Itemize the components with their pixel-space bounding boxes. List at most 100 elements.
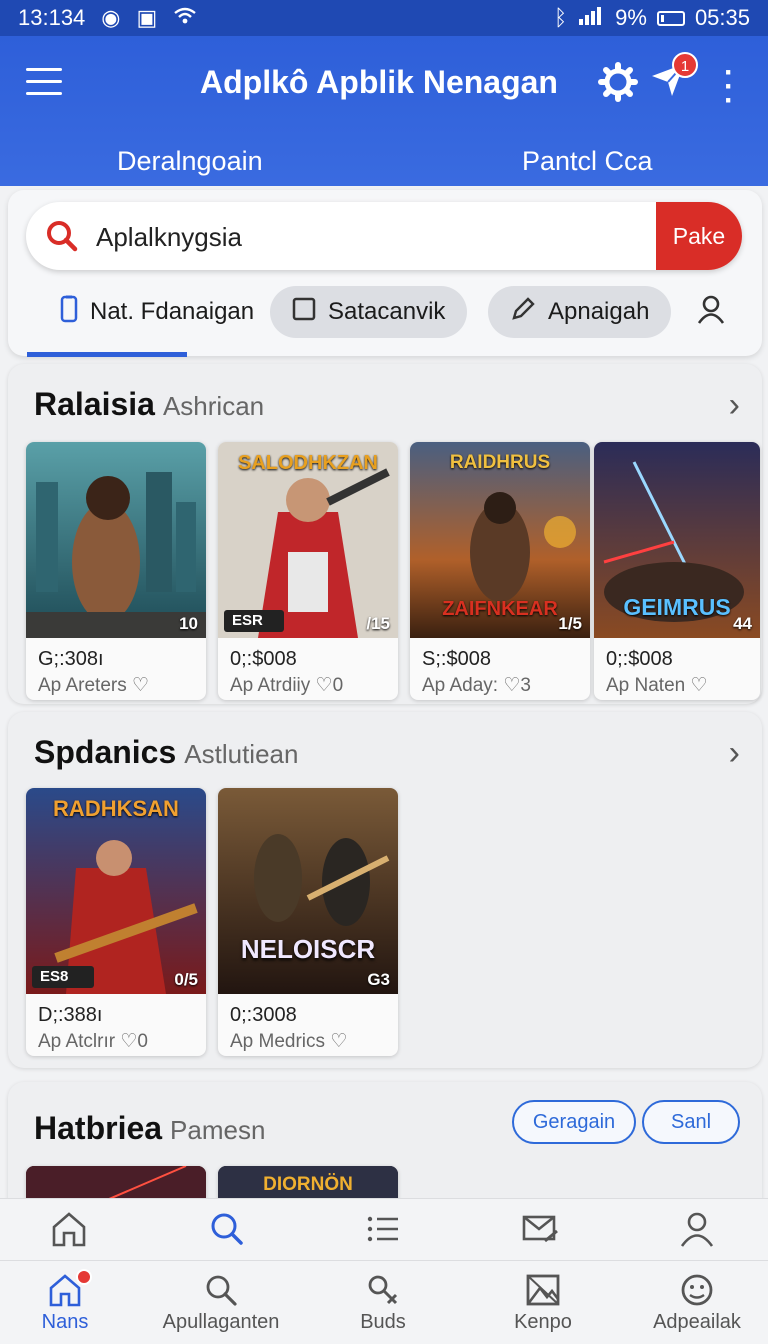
card-badge: G3 — [367, 970, 390, 989]
nav-profile-secondary[interactable] — [622, 1211, 768, 1247]
card-price: 0;:$008 — [606, 648, 673, 670]
section-spdanics: Spdanics Astlutiean › RADHKSAN ES8 0/5 D;… — [8, 712, 762, 1068]
search-value: Aplalknygsia — [96, 222, 242, 252]
search-panel: Aplalknygsia Pake Nat. Fdanaigan Satacan… — [8, 190, 762, 357]
app-bar: Adplkô Apblik Nenagan 1 · · · Deralngoain … — [0, 36, 768, 186]
section-title: Ralaisia Ashrican — [34, 386, 265, 422]
game-card[interactable]: RAIDHRUS ZAIFNKEAR 1/5 S;:$008 Ap Aday: … — [410, 442, 590, 700]
card-meta: Ap Medrics ♡ — [230, 1031, 348, 1052]
filter-chip-label: Satacanvik — [328, 298, 446, 325]
filter-chip-apnaigah[interactable]: Apnaigah — [488, 286, 672, 338]
status-time: 13:134 — [18, 5, 86, 30]
search-icon — [211, 1213, 243, 1245]
tab-pantcl-cca[interactable]: Pantcl Cca — [522, 146, 653, 177]
status-bar: 13:134 ◉ ▣ ᛒ 9% 05:35 — [0, 0, 768, 36]
game-card[interactable]: GEIMRUS 44 0;:$008 Ap Naten ♡ — [594, 442, 760, 700]
tab-deralngoain[interactable]: Deralngoain — [117, 146, 263, 177]
nav-label: Kenpo — [514, 1311, 572, 1333]
image-icon — [526, 1274, 560, 1306]
heart-icon: ♡ — [690, 675, 708, 696]
nav-item-kenpo[interactable]: Kenpo — [468, 1273, 618, 1334]
card-price: 0;:$008 — [230, 648, 297, 670]
pencil-icon — [510, 296, 536, 329]
card-meta: Ap Atrdiiy ♡0 — [230, 675, 344, 696]
card-price: D;:388ı — [38, 1004, 103, 1026]
wifi-icon — [173, 5, 197, 31]
filter-pill-sanl[interactable]: Sanl — [642, 1100, 740, 1144]
game-art — [26, 442, 206, 638]
nav-dot-badge — [76, 1269, 92, 1285]
gear-icon[interactable] — [598, 62, 638, 112]
nav-item-adpeailak[interactable]: Adpeailak — [622, 1273, 768, 1334]
card-meta: Ap Aday: ♡3 — [422, 675, 531, 696]
nav-label: Apullaganten — [162, 1311, 280, 1333]
game-card[interactable]: NELOISCR G3 0;:3008 Ap Medrics ♡ — [218, 788, 398, 1056]
nav-item-nans[interactable]: Nans — [0, 1273, 140, 1334]
alarm-icon: ◉ — [101, 5, 121, 30]
card-badge: /15 — [366, 614, 390, 633]
battery-percent: 9% — [615, 5, 647, 30]
search-icon — [206, 1275, 237, 1306]
user-icon[interactable] — [696, 294, 726, 329]
mail-edit-icon — [522, 1215, 558, 1243]
card-price: S;:$008 — [422, 648, 491, 670]
heart-icon: ♡ — [315, 675, 333, 696]
heart-icon: ♡ — [330, 1031, 348, 1052]
card-tag: ES8 — [40, 968, 69, 985]
game-card[interactable]: RADHKSAN ES8 0/5 D;:388ı Ap Atclrır ♡0 — [26, 788, 206, 1056]
checkbox-icon — [292, 297, 316, 328]
heart-icon: ♡ — [503, 675, 521, 696]
chevron-right-icon[interactable]: › — [729, 386, 740, 425]
section-title: Spdanics Astlutiean — [34, 734, 299, 770]
heart-icon: ♡ — [120, 1031, 138, 1052]
nav-search-secondary[interactable] — [152, 1211, 302, 1247]
heart-icon: ♡ — [132, 675, 150, 696]
nav-list-secondary[interactable] — [308, 1211, 458, 1247]
card-art-title: RADHKSAN — [53, 796, 179, 821]
more-vert-icon[interactable]: · · · — [724, 58, 734, 116]
game-card[interactable]: 10 G;:308ı Ap Areters ♡ — [26, 442, 206, 700]
nav-label: Adpeailak — [653, 1311, 741, 1333]
filter-chip-label: Nat. Fdanaigan — [90, 298, 255, 325]
nav-item-buds[interactable]: Buds — [308, 1273, 458, 1334]
filter-pill-geragain[interactable]: Geragain — [512, 1100, 636, 1144]
search-icon — [44, 218, 80, 254]
search-input[interactable]: Aplalknygsia Pake — [26, 202, 742, 270]
card-badge: 10 — [179, 614, 198, 633]
card-badge: 1/5 — [558, 614, 582, 633]
game-card[interactable]: SALODHKZAN ESR /15 0;:$008 Ap Atrdiiy ♡0 — [218, 442, 398, 700]
chevron-right-icon[interactable]: › — [729, 734, 740, 773]
signal-icon — [577, 5, 605, 31]
notification-icon: ▣ — [136, 5, 158, 30]
list-icon — [367, 1216, 398, 1242]
home-icon — [52, 1212, 86, 1247]
section-ralaisia: Ralaisia Ashrican › 10 G;:308ı Ap Areters… — [8, 364, 762, 704]
card-badge: 44 — [733, 614, 752, 633]
card-price: 0;:3008 — [230, 1004, 297, 1026]
bottom-nav-secondary — [0, 1198, 768, 1260]
card-price: G;:308ı — [38, 648, 104, 670]
section-subtitle: Astlutiean — [184, 739, 299, 769]
card-meta: Ap Naten ♡ — [606, 675, 708, 696]
card-art-title: RAIDHRUS — [449, 452, 551, 473]
section-title: Hatbriea Pamesn — [34, 1110, 266, 1146]
tab-indicator — [27, 352, 187, 357]
bluetooth-icon: ᛒ — [553, 5, 568, 30]
filter-chip-satacanvik[interactable]: Satacanvik — [270, 286, 468, 338]
nav-home-secondary[interactable] — [0, 1211, 144, 1247]
face-icon — [681, 1274, 713, 1306]
phone-icon — [60, 295, 78, 330]
card-art-title: DIORNÖN — [263, 1174, 353, 1195]
nav-mail-secondary[interactable] — [466, 1211, 616, 1247]
section-subtitle: Ashrican — [162, 391, 265, 421]
card-tag: ESR — [232, 612, 263, 629]
card-art-title: NELOISCR — [240, 934, 376, 964]
status-clock: 05:35 — [694, 5, 750, 30]
search-button[interactable]: Pake — [656, 202, 742, 270]
section-subtitle: Pamesn — [170, 1115, 266, 1145]
card-meta: Ap Atclrır ♡0 — [38, 1031, 148, 1052]
tools-icon — [368, 1275, 398, 1305]
filter-chip-fdanaigan[interactable]: Nat. Fdanaigan — [38, 286, 276, 338]
notification-badge: 1 — [672, 52, 698, 78]
nav-item-apullaganten[interactable]: Apullaganten — [146, 1273, 296, 1334]
